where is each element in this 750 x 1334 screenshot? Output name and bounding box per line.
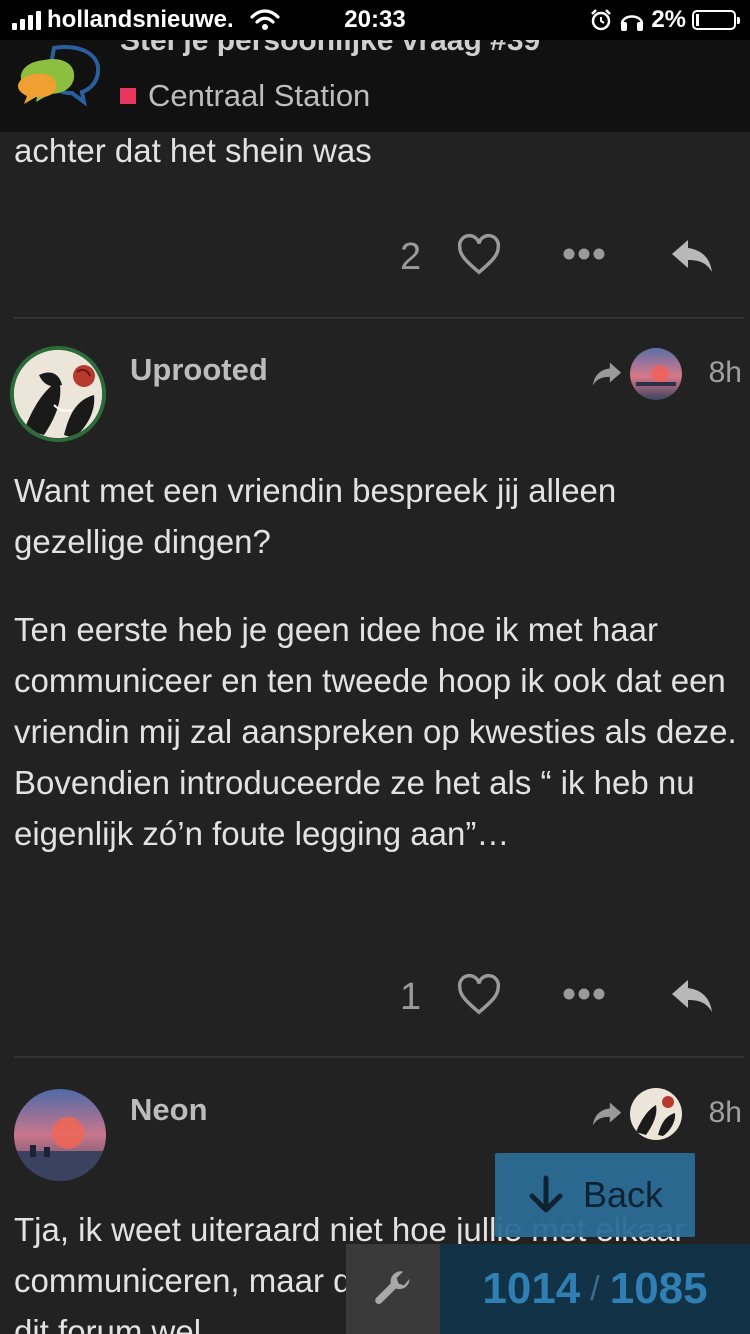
username[interactable]: Neon	[130, 1092, 208, 1128]
progress-total: 1085	[609, 1264, 708, 1313]
category-badge[interactable]: Centraal Station	[120, 78, 370, 114]
site-logo[interactable]	[14, 42, 104, 132]
username[interactable]: Uprooted	[130, 352, 268, 388]
progress-separator: /	[590, 1269, 600, 1308]
battery-percent: 2%	[651, 6, 686, 33]
reply-icon[interactable]	[668, 232, 716, 285]
like-count[interactable]: 2	[400, 236, 421, 279]
arrow-down-icon	[529, 1175, 563, 1213]
post-paragraph: Want met een vriendin bespreek jij allee…	[14, 472, 617, 560]
heart-icon[interactable]	[456, 972, 502, 1023]
post-actions: 2	[0, 228, 750, 288]
post-age[interactable]: 8h	[709, 356, 742, 390]
post-paragraph: Ten eerste heb je geen idee hoe ik met h…	[14, 611, 737, 852]
headphones-icon	[621, 15, 644, 31]
progress-counter[interactable]: 1014 / 1085	[440, 1244, 750, 1334]
category-label: Centraal Station	[148, 78, 371, 113]
admin-tools-button[interactable]	[346, 1244, 440, 1334]
reply-to-avatar	[630, 348, 682, 400]
more-icon[interactable]	[562, 986, 606, 1007]
post-body: Want met een vriendin bespreek jij allee…	[14, 465, 744, 896]
avatar[interactable]	[14, 1089, 106, 1181]
heart-icon[interactable]	[456, 232, 502, 283]
post-divider	[14, 1056, 744, 1058]
battery-icon	[692, 10, 740, 30]
post-body: achter dat het shein was	[14, 125, 744, 213]
wrench-icon	[375, 1271, 410, 1305]
post-divider	[14, 317, 744, 319]
reply-icon[interactable]	[668, 972, 716, 1025]
reply-arrow-icon	[592, 1102, 622, 1126]
topic-title[interactable]: Stel je persoonlijke vraag #39	[120, 40, 540, 58]
back-button[interactable]: Back	[495, 1153, 695, 1237]
topic-progress[interactable]: 1014 / 1085	[346, 1244, 750, 1334]
alarm-icon	[591, 9, 612, 31]
topic-stream: achter dat het shein was 2 Uprooted 8h W…	[0, 0, 750, 1334]
reply-to-avatar	[630, 1088, 682, 1140]
topic-header: Stel je persoonlijke vraag #39 Centraal …	[0, 40, 750, 132]
status-right: 2%	[589, 6, 740, 34]
post-actions: 1	[0, 968, 750, 1028]
post-age[interactable]: 8h	[709, 1096, 742, 1130]
avatar[interactable]	[10, 346, 106, 442]
reply-to-indicator[interactable]	[590, 348, 682, 400]
post-paragraph: achter dat het shein was	[14, 132, 372, 169]
progress-current: 1014	[482, 1264, 581, 1313]
like-count[interactable]: 1	[400, 976, 421, 1019]
back-label: Back	[582, 1174, 664, 1215]
reply-to-indicator[interactable]	[590, 1088, 682, 1140]
category-color-square	[120, 88, 136, 104]
status-bar: hollandsnieuwe. 20:33 2%	[0, 0, 750, 40]
more-icon[interactable]	[562, 246, 606, 267]
reply-arrow-icon	[592, 362, 622, 386]
